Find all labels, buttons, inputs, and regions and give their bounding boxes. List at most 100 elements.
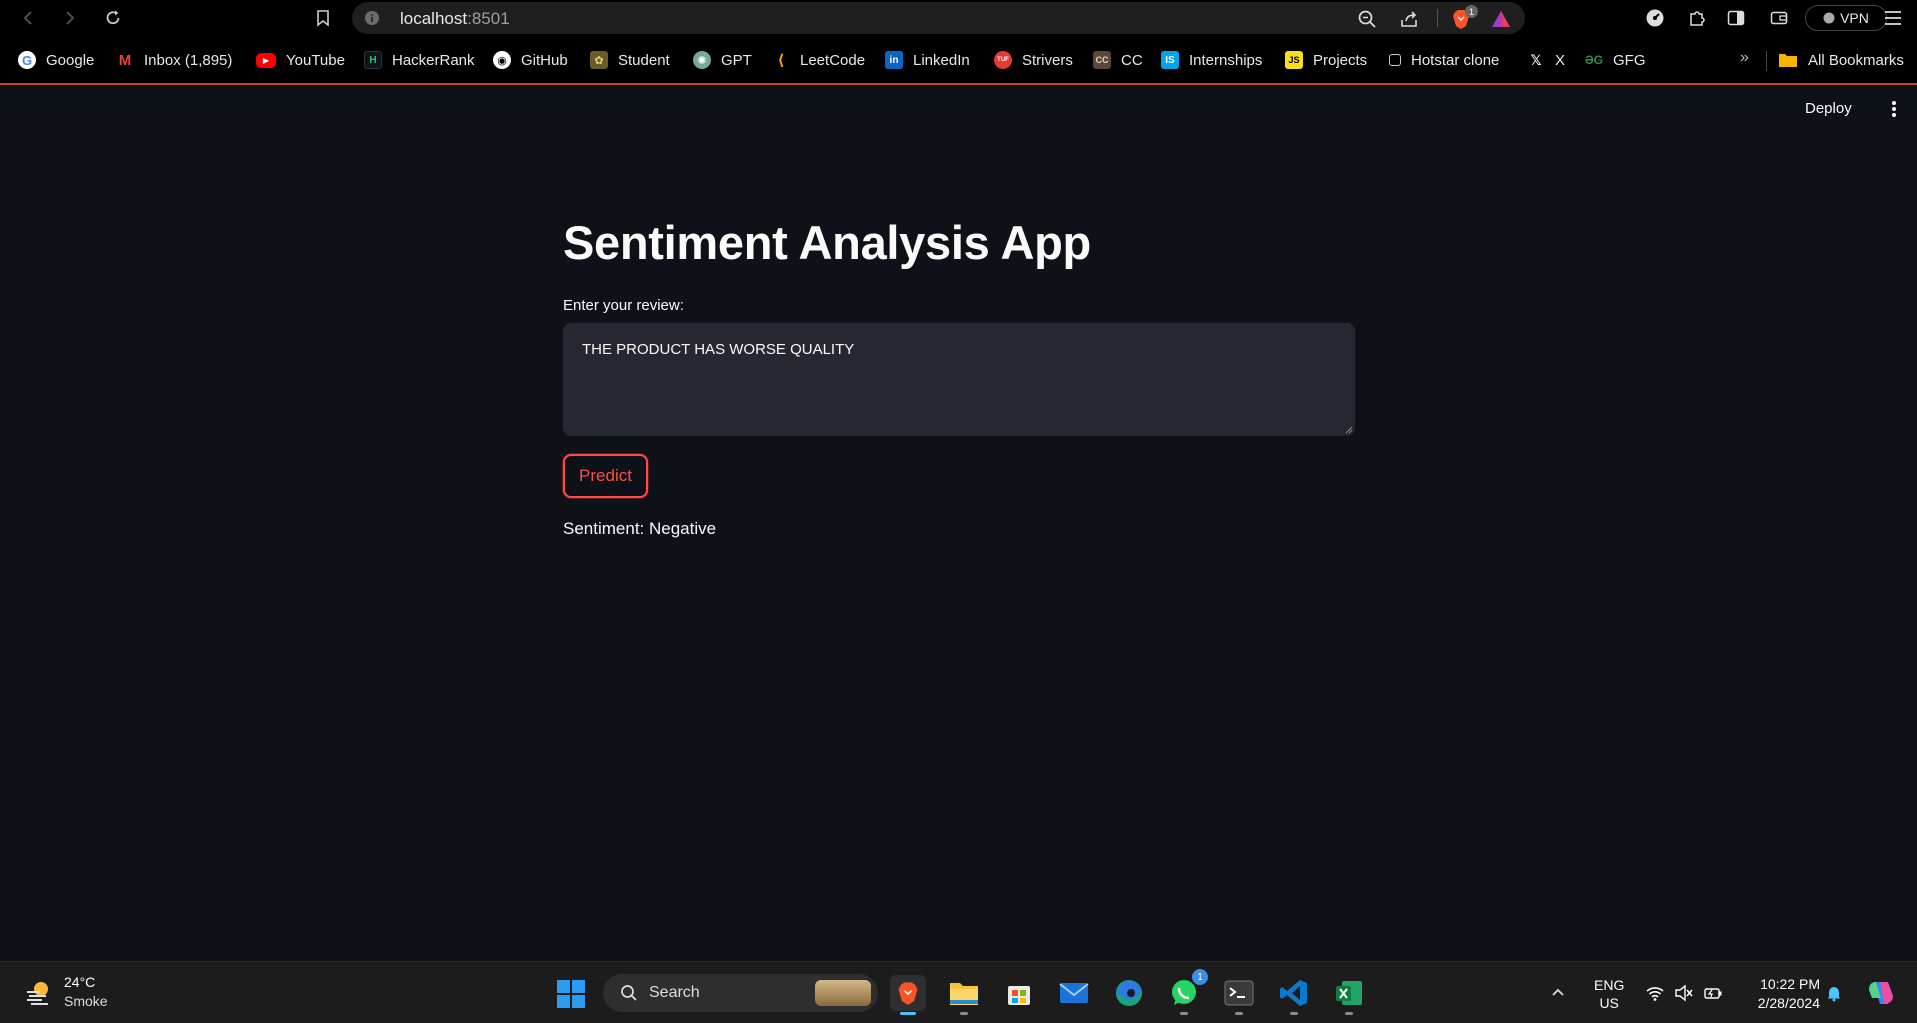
mail-icon [1059,983,1089,1003]
kebab-dot [1892,101,1896,105]
back-button[interactable] [14,4,42,32]
battery-icon[interactable] [1703,983,1723,1003]
clock-date: 2/28/2024 [1757,995,1820,1011]
sidebar-toggle-button[interactable] [1725,7,1747,29]
linkedin-icon: in [885,51,903,69]
bookmark-label: LinkedIn [913,51,970,69]
wallet-button[interactable] [1768,7,1790,29]
all-bookmarks-label: All Bookmarks [1808,51,1904,69]
search-highlight-image [815,980,871,1006]
predict-button[interactable]: Predict [563,454,648,498]
copilot-icon[interactable] [1866,978,1896,1008]
hackerrank-icon: H [364,51,382,69]
brave-rewards-button[interactable] [1490,8,1512,30]
volume-muted-icon[interactable] [1674,983,1694,1003]
arrow-left-icon [23,11,32,25]
bookmark-student[interactable]: ✿ Student [590,49,670,71]
bookmark-page-button[interactable] [309,4,337,32]
bookmark-google[interactable]: G Google [18,49,94,71]
taskbar-whatsapp[interactable]: 1 [1166,969,1208,1015]
youtube-icon: ▶ [256,52,276,68]
taskbar-brave[interactable] [890,975,926,1015]
taskbar-vscode[interactable] [1276,975,1312,1015]
address-bar[interactable]: localhost:8501 1 [352,2,1525,34]
bookmark-gfg[interactable]: ƏG GFG [1585,49,1646,71]
omnibox-divider [1437,9,1438,27]
notification-bell-icon[interactable] [1825,984,1843,1002]
running-indicator [1345,1012,1353,1015]
vpn-status-icon [1823,12,1835,24]
gmail-icon: M [118,51,132,69]
codechef-icon: CC [1093,51,1111,69]
system-clock[interactable]: 10:22 PM 2/28/2024 [1744,975,1820,1013]
bookmark-linkedin[interactable]: in LinkedIn [885,49,970,71]
bookmark-label: Google [46,51,95,69]
site-info-icon[interactable] [364,10,380,26]
bookmark-label: LeetCode [800,51,866,69]
deploy-button[interactable]: Deploy [1805,100,1852,117]
running-indicator [900,1012,916,1015]
gfg-icon: ƏG [1584,53,1604,67]
taskbar-edge[interactable] [1111,975,1147,1011]
taskbar-mail[interactable] [1056,975,1092,1011]
bookmark-cc[interactable]: CC CC [1093,49,1143,71]
store-icon [1008,986,1030,1005]
taskbar-store[interactable] [1001,975,1037,1011]
taskbar-excel[interactable] [1331,975,1367,1015]
all-bookmarks-button[interactable]: All Bookmarks [1778,49,1904,71]
excel-icon [1336,981,1362,1005]
zoom-button[interactable] [1356,8,1378,30]
sidebar-icon [1727,10,1745,26]
bookmark-x[interactable]: 𝕏 X [1527,49,1565,71]
resize-handle-icon[interactable] [1343,424,1353,434]
vpn-button[interactable]: VPN [1805,5,1887,31]
edge-icon [1116,980,1142,1006]
streamlit-app: Deploy Sentiment Analysis App Enter your… [0,87,1917,961]
bookmark-label: CC [1121,51,1143,69]
start-tile [572,995,585,1008]
taskbar-terminal[interactable] [1221,975,1257,1015]
search-label: Search [649,984,700,1001]
wifi-icon[interactable] [1645,983,1665,1003]
brave-shields-button[interactable]: 1 [1450,5,1478,30]
speedreader-button[interactable] [1644,7,1666,29]
language-indicator[interactable]: ENG US [1594,976,1624,1012]
whatsapp-badge: 1 [1192,969,1208,985]
leetcode-icon: ⟨ [777,52,785,69]
taskbar-file-explorer[interactable] [946,975,982,1015]
bookmark-youtube[interactable]: ▶ YouTube [256,49,345,71]
page-icon [1389,54,1401,66]
start-button[interactable] [557,980,585,1008]
bookmark-hotstar-clone[interactable]: Hotstar clone [1389,49,1499,71]
bookmark-internships[interactable]: IS Internships [1161,49,1262,71]
browser-menu-button[interactable] [1882,7,1904,29]
share-button[interactable] [1398,8,1420,30]
clock-time: 10:22 PM [1760,976,1820,992]
main-menu-button[interactable] [1888,99,1900,119]
bookmark-icon [317,10,329,27]
more-bookmarks-button[interactable]: » [1740,49,1749,67]
chatgpt-icon: ✺ [693,51,711,69]
extensions-button[interactable] [1686,7,1708,29]
weather-haze-icon [27,982,48,1005]
bookmark-gpt[interactable]: ✺ GPT [693,49,752,71]
bookmark-projects[interactable]: JS Projects [1285,49,1367,71]
taskbar-search[interactable]: Search [603,974,878,1012]
language-code: ENG [1594,977,1625,993]
forward-button[interactable] [56,4,84,32]
wallet-icon [1770,11,1788,25]
bookmark-github[interactable]: ◉ GitHub [493,49,568,71]
url-port: :8501 [467,9,510,28]
sentiment-result: Sentiment: Negative [563,519,717,538]
google-icon: G [18,51,36,69]
weather-desc: Smoke [64,993,108,1009]
bookmark-leetcode[interactable]: ⟨ LeetCode [772,49,866,71]
bookmark-strivers[interactable]: TUF Strivers [994,49,1073,71]
show-hidden-icons-chevron-icon[interactable] [1550,984,1566,1000]
bookmarks-divider [1766,51,1767,71]
github-icon: ◉ [493,51,511,69]
bookmark-inbox[interactable]: M Inbox (1,895) [116,49,233,71]
bookmark-hackerrank[interactable]: H HackerRank [364,49,475,71]
reload-button[interactable] [99,4,127,32]
review-textarea[interactable]: THE PRODUCT HAS WORSE QUALITY [563,323,1355,436]
